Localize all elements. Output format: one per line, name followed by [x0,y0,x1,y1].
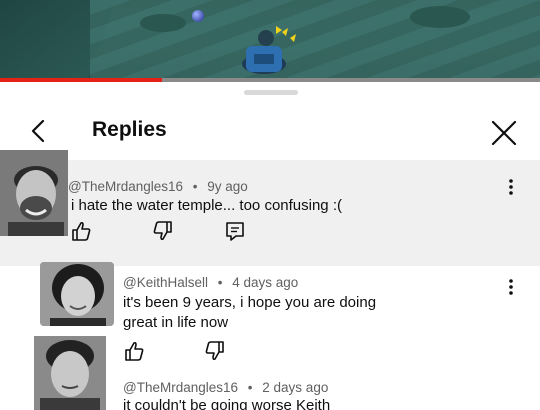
drag-handle[interactable] [244,90,298,95]
thumbs-down-icon[interactable] [204,340,226,362]
video-scene-floor [90,0,540,82]
video-player[interactable] [0,0,540,82]
comment-text-line: it's been 9 years, i hope you are doing [123,294,377,311]
page-title: Replies [92,118,167,141]
comment-meta: @TheMrdangles16 • 9y ago [68,179,248,194]
comment-text: i hate the water temple... too confusing… [71,197,342,214]
comment-text-line: great in life now [123,314,229,331]
video-scene-rock [410,6,470,28]
video-scene-character [242,26,296,74]
comment-time: 2 days ago [262,380,329,395]
reply-icon[interactable] [224,220,246,242]
close-icon[interactable] [489,118,519,148]
thumbs-up-icon[interactable] [123,340,145,362]
video-scene-rock [140,14,186,32]
meta-separator: • [192,179,198,194]
comment-author[interactable]: @TheMrdangles16 [68,179,183,194]
comment-meta: @KeithHalsell • 4 days ago [123,275,298,290]
thumbs-up-icon[interactable] [70,220,92,242]
avatar[interactable] [40,262,114,326]
avatar[interactable] [34,336,106,410]
meta-separator: • [247,380,253,395]
kebab-menu-icon[interactable] [505,278,517,296]
avatar[interactable] [0,150,68,236]
comment-time: 9y ago [207,179,248,194]
comment-author[interactable]: @TheMrdangles16 [123,380,238,395]
chevron-left-icon[interactable] [26,118,52,144]
kebab-menu-icon[interactable] [505,178,517,196]
comment-author[interactable]: @KeithHalsell [123,275,208,290]
thumbs-down-icon[interactable] [152,220,174,242]
comment-text: it couldn't be going worse Keith [123,397,331,410]
video-scene-orb [192,10,204,22]
comment-time: 4 days ago [232,275,299,290]
replies-sheet: Replies @TheMrdangles16 • 9y ago i hate … [0,82,540,410]
meta-separator: • [217,275,223,290]
comment-meta: @TheMrdangles16 • 2 days ago [123,380,328,395]
